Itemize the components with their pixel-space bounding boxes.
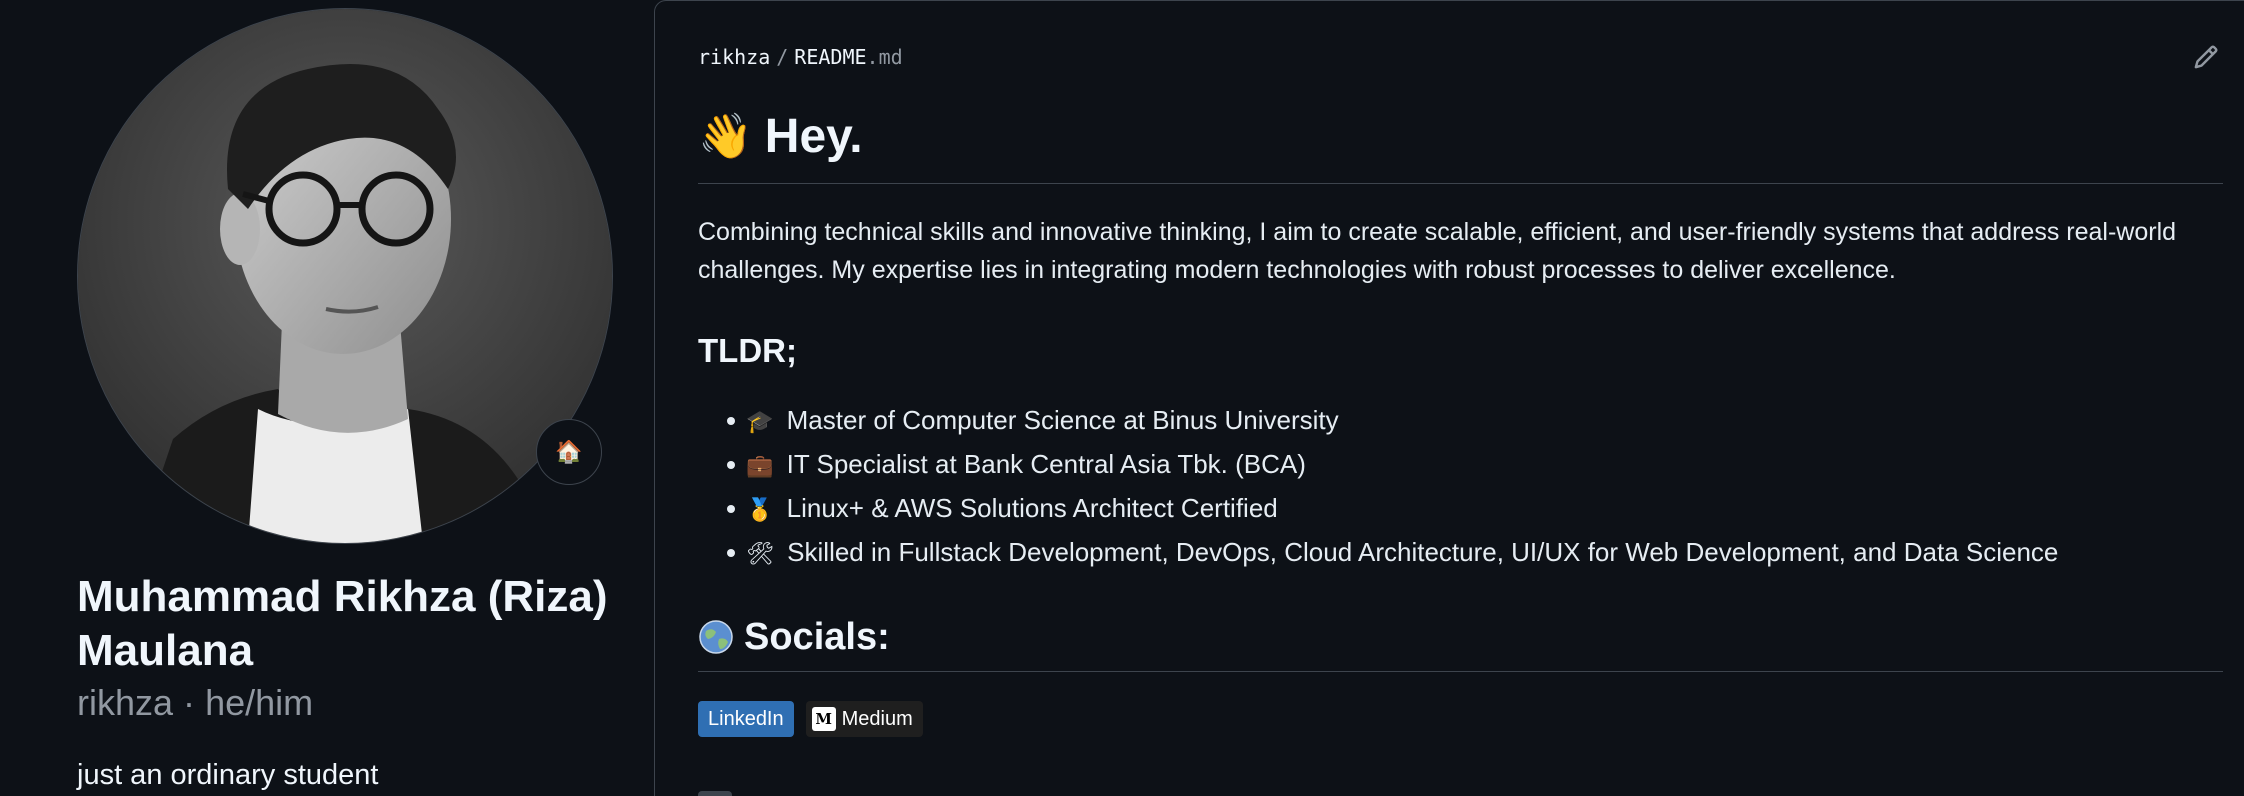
house-icon: 🏠 (555, 439, 583, 465)
linkedin-badge-label: LinkedIn (708, 707, 784, 730)
socials-heading: Socials: (698, 609, 2223, 672)
profile-sidebar: 🏠 Muhammad Rikhza (Riza) Maulana rikhza … (0, 0, 654, 796)
list-item-text: Linux+ & AWS Solutions Architect Certifi… (786, 493, 1278, 523)
profile-name-line2: Maulana (77, 626, 254, 675)
profile-fullname: Muhammad Rikhza (Riza) Maulana (77, 570, 637, 678)
list-item: 🎓 Master of Computer Science at Binus Un… (698, 401, 2058, 445)
readme-card: rikhza / README.md 👋 Hey. Combining techni… (654, 0, 2244, 796)
breadcrumb-file-ext: .md (866, 45, 903, 69)
globe-icon (699, 620, 733, 654)
profile-pronouns: he/him (205, 682, 314, 723)
medium-badge[interactable]: M Medium (805, 701, 923, 737)
readme-heading-text: Hey. (764, 110, 863, 163)
avatar-container: 🏠 (77, 8, 613, 544)
waving-hand-icon: 👋 (698, 111, 753, 162)
briefcase-icon: 💼 (746, 454, 774, 479)
status-emoji-button[interactable]: 🏠 (536, 419, 602, 485)
breadcrumb-owner-link[interactable]: rikhza (698, 45, 770, 69)
profile-page: 🏠 Muhammad Rikhza (Riza) Maulana rikhza … (0, 0, 2244, 796)
list-item: 💼 IT Specialist at Bank Central Asia Tbk… (698, 445, 2058, 489)
breadcrumb-separator: / (776, 45, 789, 69)
pencil-icon (2194, 45, 2218, 69)
list-item: 🥇 Linux+ & AWS Solutions Architect Certi… (698, 489, 2058, 533)
tldr-heading: TLDR; (698, 332, 797, 369)
list-item: 🛠 Skilled in Fullstack Development, DevO… (698, 533, 2058, 577)
breadcrumb-file-name: README (794, 45, 867, 69)
cut-off-content (698, 791, 732, 796)
tldr-list: 🎓 Master of Computer Science at Binus Un… (698, 401, 2058, 577)
list-item-text: IT Specialist at Bank Central Asia Tbk. … (786, 449, 1306, 479)
social-badges: LinkedIn M Medium (698, 701, 923, 737)
list-item-text: Skilled in Fullstack Development, DevOps… (787, 537, 2059, 567)
avatar[interactable] (77, 8, 613, 544)
medium-logo-icon: M (811, 707, 836, 731)
list-item-text: Master of Computer Science at Binus Univ… (786, 405, 1339, 435)
graduation-cap-icon: 🎓 (746, 410, 774, 435)
readme-breadcrumb: rikhza / README.md (698, 43, 903, 71)
readme-intro: Combining technical skills and innovativ… (698, 218, 2177, 284)
profile-username: rikhza (77, 682, 174, 723)
linkedin-badge[interactable]: LinkedIn (698, 701, 794, 737)
profile-username-line: rikhza · he/him (77, 680, 313, 726)
profile-bio: just an ordinary student (77, 759, 379, 791)
medium-badge-label: Medium (841, 707, 913, 730)
tools-icon: 🛠 (746, 542, 774, 567)
username-separator: · (183, 682, 196, 723)
medal-icon: 🥇 (746, 498, 774, 523)
edit-readme-button[interactable] (2190, 41, 2222, 73)
readme-heading: 👋 Hey. (698, 105, 2223, 184)
profile-name-line1: Muhammad Rikhza (Riza) (77, 572, 608, 621)
avatar-photo (78, 9, 612, 543)
socials-heading-text: Socials: (744, 616, 890, 658)
